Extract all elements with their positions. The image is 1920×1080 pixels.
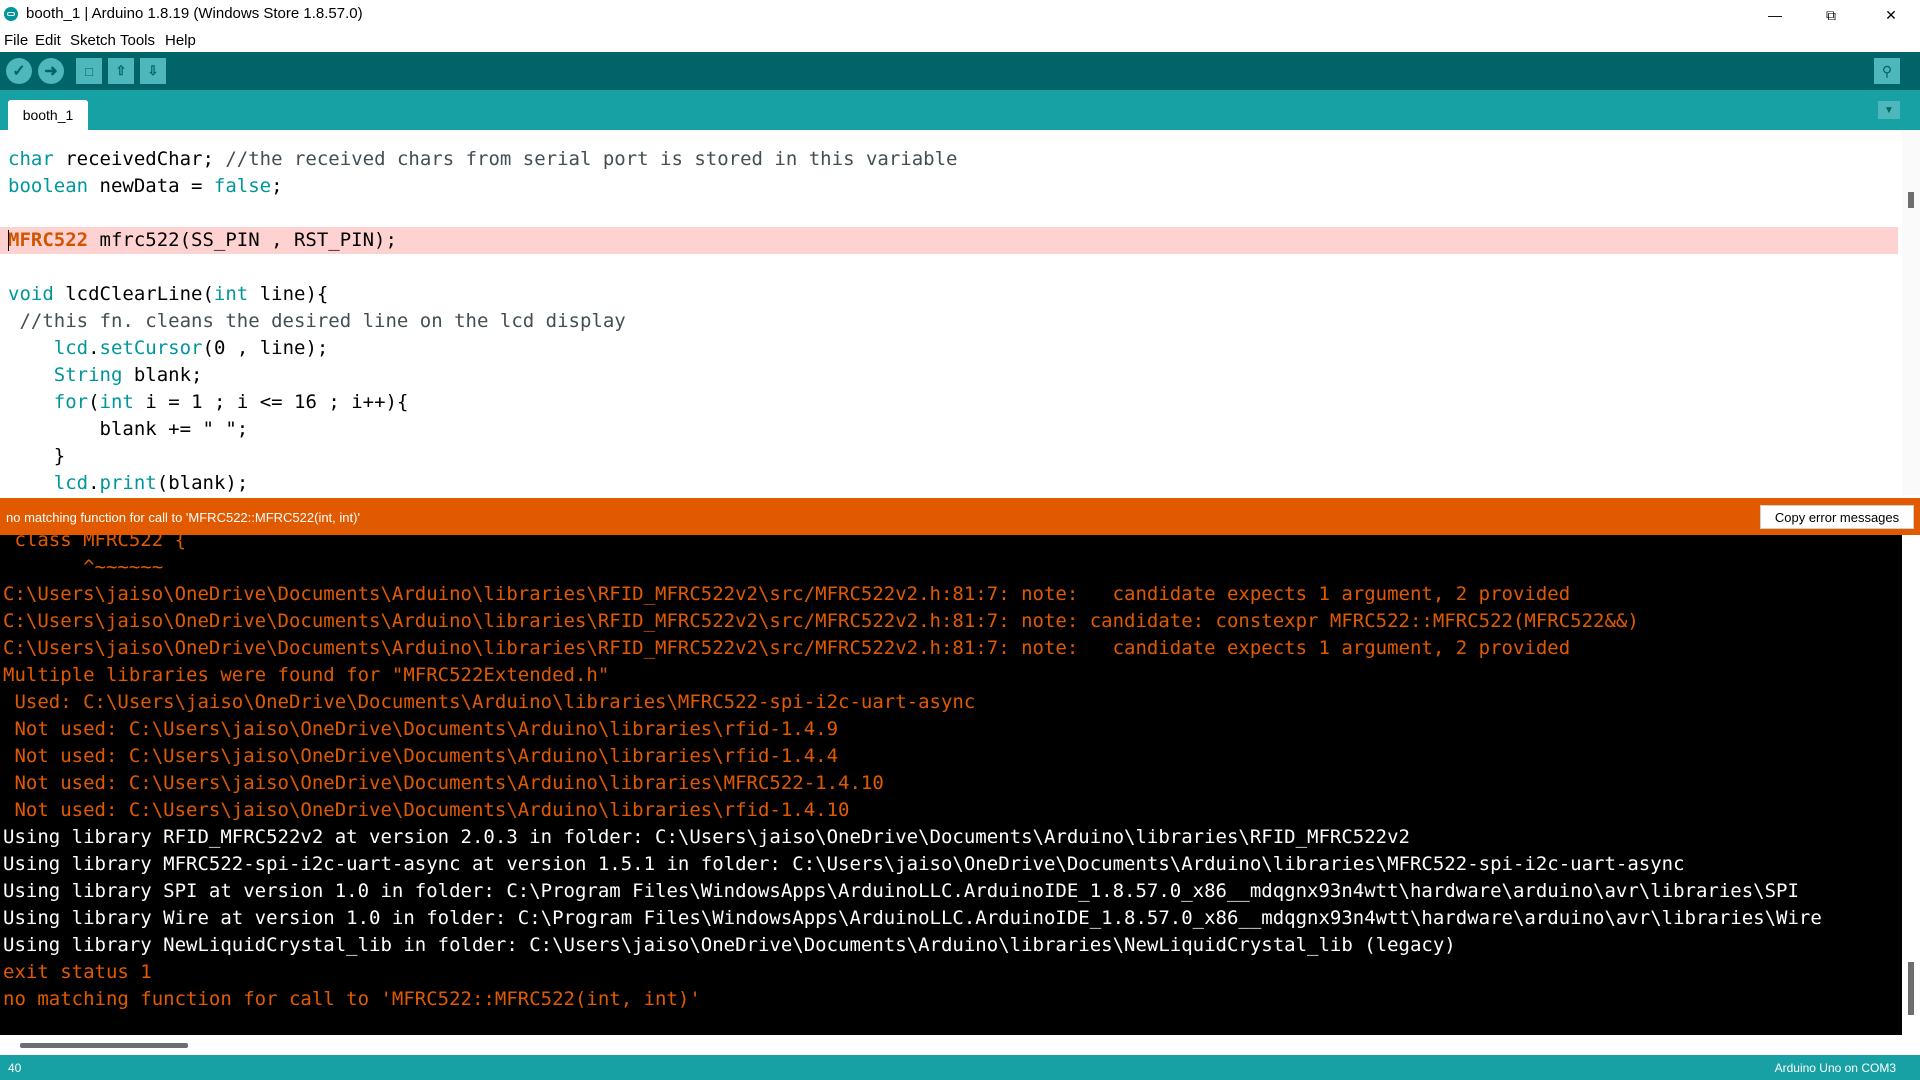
editor-scrollbar-thumb[interactable] [1908,192,1914,208]
close-button[interactable]: ✕ [1868,0,1914,30]
save-arrow-down-icon: ⇩ [147,63,159,78]
upload-arrow-icon: ➜ [44,63,58,80]
serial-monitor-button[interactable]: ⚲ [1874,58,1900,84]
open-arrow-up-icon: ⇧ [115,63,127,78]
code-keyword: lcd [53,337,89,359]
code-line: //this fn. cleans the desired line on th… [8,308,626,335]
code-line-error: MFRC522 mfrc522(SS_PIN , RST_PIN); [8,229,397,251]
console-line: Using library RFID_MFRC522v2 at version … [3,826,1410,848]
console-line: C:\Users\jaiso\OneDrive\Documents\Arduin… [3,610,1639,632]
text-cursor [8,230,9,251]
tab-strip: booth_1 ▼ [0,90,1920,130]
board-port-label: Arduino Uno on COM3 [1774,1061,1896,1075]
tab-menu-button[interactable]: ▼ [1878,101,1900,119]
console-output[interactable]: class MFRC522 { ^~~~~~~ C:\Users\jaiso\O… [0,535,1920,1035]
console-line: C:\Users\jaiso\OneDrive\Documents\Arduin… [3,637,1571,659]
error-bar: no matching function for call to 'MFRC52… [0,498,1920,535]
verify-button[interactable]: ✓ [6,58,32,84]
new-file-icon: □ [85,63,93,79]
code-keyword: boolean [8,175,89,197]
code-line: lcd.print(blank); [53,472,249,494]
tab-booth-1[interactable]: booth_1 [8,100,88,130]
new-button[interactable]: □ [76,58,102,84]
menu-edit[interactable]: Edit [35,32,61,49]
menu-file[interactable]: File [4,32,28,49]
code-comment: //this fn. cleans the desired line on th… [8,310,626,332]
code-keyword: int [99,391,134,413]
arduino-logo-icon [4,7,18,21]
code-keyword: print [99,472,157,494]
editor-scrollbar[interactable] [1902,130,1920,495]
upload-button[interactable]: ➜ [38,58,64,84]
console-line: Not used: C:\Users\jaiso\OneDrive\Docume… [3,772,884,794]
menu-bar: File Edit Sketch Tools Help [0,30,1920,53]
code-line: lcd.setCursor(0 , line); [53,337,329,359]
code-keyword: lcd [53,472,89,494]
triangle-down-icon: ▼ [1884,104,1894,116]
save-button[interactable]: ⇩ [140,58,166,84]
error-message: no matching function for call to 'MFRC52… [6,510,360,525]
code-keyword: setCursor [99,337,203,359]
line-number: 40 [8,1061,22,1075]
code-type: MFRC522 [8,229,89,251]
console-line: Using library Wire at version 1.0 in fol… [3,907,1822,929]
console-line: Not used: C:\Users\jaiso\OneDrive\Docume… [3,799,850,821]
console-line: class MFRC522 { [3,535,187,551]
open-button[interactable]: ⇧ [108,58,134,84]
menu-help[interactable]: Help [165,32,196,49]
console-line: Not used: C:\Users\jaiso\OneDrive\Docume… [3,718,839,740]
console-line: exit status 1 [3,961,152,983]
code-line: for(int i = 1 ; i <= 16 ; i++){ [53,391,409,413]
console-line: Using library MFRC522-spi-i2c-uart-async… [3,853,1685,875]
code-keyword: void [8,283,54,305]
status-bar: 40 Arduino Uno on COM3 [0,1055,1920,1080]
code-editor[interactable]: char receivedChar; //the received chars … [0,130,1920,495]
code-keyword: false [213,175,272,197]
console-line: Multiple libraries were found for "MFRC5… [3,664,610,686]
code-line: boolean newData = false; [8,175,283,197]
code-comment: //the received chars from serial port is… [225,148,958,170]
console-line: ^~~~~~~ [3,556,164,578]
menu-sketch[interactable]: Sketch [70,32,116,49]
menu-tools[interactable]: Tools [120,32,155,49]
maximize-button[interactable]: ⧉ [1808,0,1854,30]
code-line: } [8,445,66,467]
console-vertical-scrollbar[interactable] [1902,535,1920,1035]
code-keyword: String [53,364,123,386]
console-line: C:\Users\jaiso\OneDrive\Documents\Arduin… [3,583,1571,605]
console-line: Not used: C:\Users\jaiso\OneDrive\Docume… [3,745,839,767]
code-line: String blank; [53,364,203,386]
code-keyword: for [53,391,89,413]
code-keyword: int [213,283,249,305]
console-line: Used: C:\Users\jaiso\OneDrive\Documents\… [3,691,976,713]
console-horizontal-scrollbar-thumb[interactable] [20,1043,188,1048]
console-vertical-scrollbar-thumb[interactable] [1908,962,1914,1015]
magnifier-icon: ⚲ [1881,62,1893,79]
code-line: char receivedChar; //the received chars … [8,148,958,170]
minimize-button[interactable]: — [1752,0,1798,30]
title-bar: booth_1 | Arduino 1.8.19 (Windows Store … [0,0,1920,30]
console-line: Using library NewLiquidCrystal_lib in fo… [3,934,1456,956]
code-line: blank += " "; [8,418,249,440]
console-line: Using library SPI at version 1.0 in fold… [3,880,1799,902]
window-title: booth_1 | Arduino 1.8.19 (Windows Store … [26,5,363,22]
code-keyword: char [8,148,54,170]
verify-icon: ✓ [12,63,26,80]
console-horizontal-scrollbar[interactable] [0,1035,1920,1055]
code-line: void lcdClearLine(int line){ [8,283,329,305]
copy-error-messages-button[interactable]: Copy error messages [1760,505,1914,529]
console-line: no matching function for call to 'MFRC52… [3,988,701,1010]
toolbar: ✓ ➜ □ ⇧ ⇩ ⚲ [0,52,1920,90]
